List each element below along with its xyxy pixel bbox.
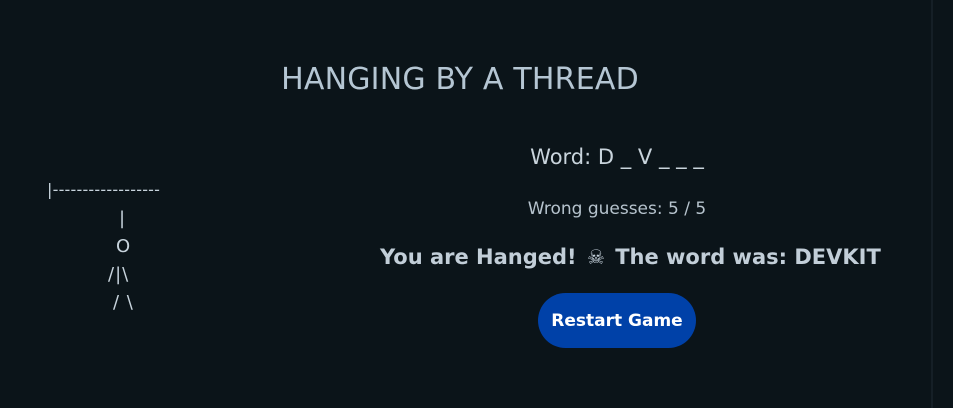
game-result-message: You are Hanged! ☠ The word was: DEVKIT [380,245,881,269]
restart-game-button[interactable]: Restart Game [538,293,696,348]
gallows-beam: |------------------ [47,180,161,199]
game-page: HANGING BY A THREAD |------------------ … [0,0,953,408]
wrong-guesses-max: 5 [695,199,707,219]
word-value: D _ V _ _ _ [597,145,704,169]
scroll-edge [931,0,933,408]
skull-crossbones-icon: ☠ [586,245,605,269]
wrong-guesses-count: 5 [668,199,679,219]
hangman-head: O [116,236,131,257]
word-label: Word: [530,145,592,169]
wrong-guesses-label: Wrong guesses: [527,199,663,219]
hangman-legs: / \ [113,292,134,313]
result-suffix: The word was: DEVKIT [615,245,881,269]
wrong-guesses-separator: / [684,199,690,219]
game-title: HANGING BY A THREAD [281,62,639,97]
word-display: Word: D _ V _ _ _ [380,145,854,169]
hangman-drawing: |------------------ | O /|\ / \ [47,176,207,326]
result-prefix: You are Hanged! [380,245,577,269]
hangman-body: /|\ [108,264,130,285]
wrong-guesses: Wrong guesses: 5 / 5 [380,199,854,219]
gallows-rope: | [119,208,126,229]
